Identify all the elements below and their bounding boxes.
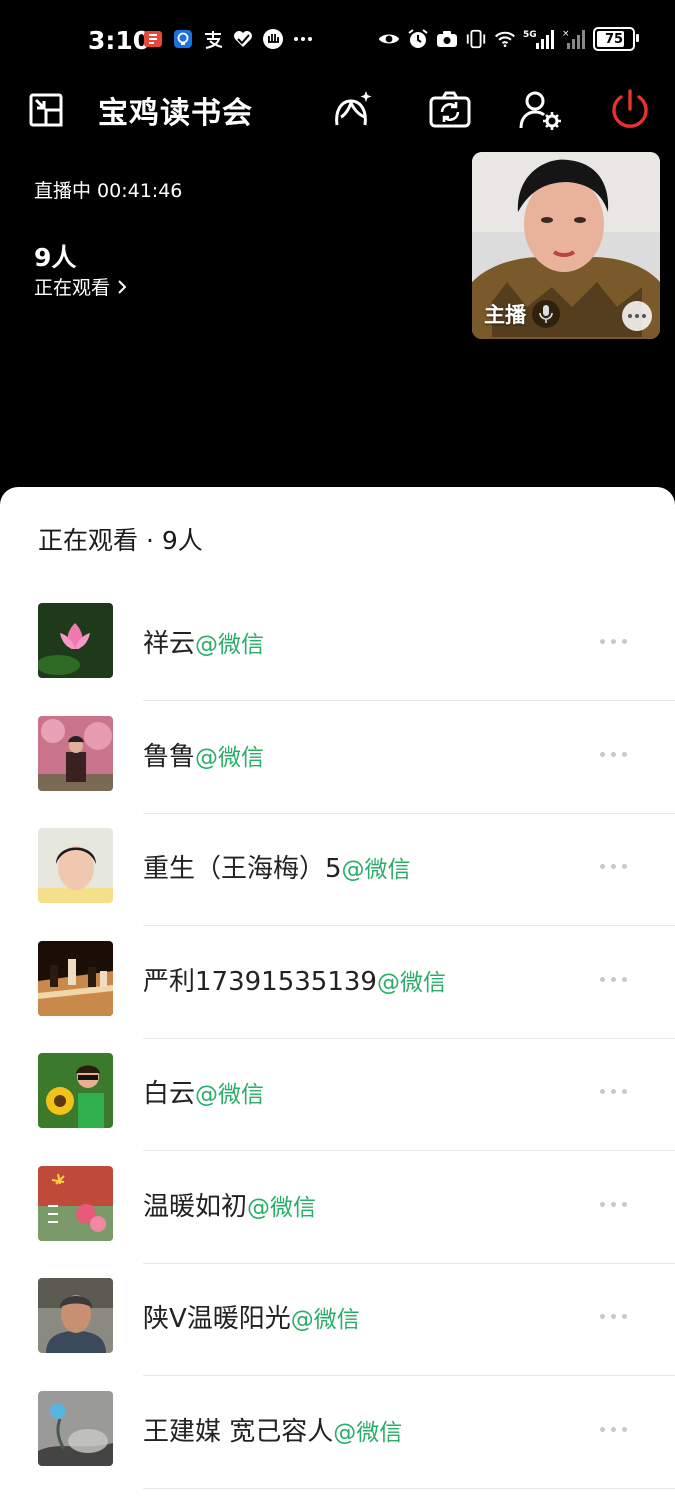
beauty-filter-button[interactable] — [328, 86, 376, 134]
vibrate-icon — [465, 28, 487, 50]
chevron-right-icon — [118, 279, 127, 294]
hand-app-icon — [262, 28, 284, 50]
member-settings-button[interactable] — [516, 86, 564, 134]
heart-app-icon — [232, 28, 254, 50]
status-bar: 3:10 5G × 75 — [0, 0, 675, 80]
notification-icons — [142, 28, 314, 50]
flip-camera-icon — [429, 91, 471, 128]
lightbulb-app-icon — [172, 28, 194, 50]
viewer-more-button[interactable] — [600, 1427, 627, 1432]
svg-text:×: × — [562, 29, 570, 39]
avatar — [38, 1166, 113, 1241]
viewer-more-button[interactable] — [600, 639, 627, 644]
viewer-row[interactable]: 鲁鲁@微信 — [0, 702, 675, 814]
end-live-button[interactable] — [606, 86, 654, 134]
camera-icon — [436, 28, 458, 50]
viewer-name: 陕V温暖阳光@微信 — [143, 1304, 360, 1334]
room-title: 宝鸡读书会 — [98, 96, 253, 131]
viewer-row[interactable]: 王建媒 宽己容人@微信 — [0, 1377, 675, 1489]
battery-indicator: 75 — [593, 27, 639, 51]
viewer-more-button[interactable] — [600, 752, 627, 757]
viewers-link[interactable]: 正在观看 — [34, 273, 128, 300]
avatar — [38, 716, 113, 791]
signal-icon: × — [562, 28, 586, 50]
more-icon — [292, 28, 314, 50]
wifi-icon — [494, 28, 516, 50]
host-label-text: 主播 — [484, 303, 526, 327]
viewer-name: 祥云@微信 — [143, 629, 265, 659]
avatar — [38, 603, 113, 678]
viewer-more-button[interactable] — [600, 864, 627, 869]
viewers-sheet-title: 正在观看 · 9人 — [38, 526, 203, 555]
mic-icon — [532, 300, 560, 328]
power-icon — [612, 89, 648, 128]
avatar — [38, 828, 113, 903]
viewer-row[interactable]: 重生（王海梅）5@微信 — [0, 814, 675, 926]
flip-camera-button[interactable] — [426, 86, 474, 134]
minimize-window-button[interactable] — [22, 86, 70, 134]
viewer-row[interactable]: 祥云@微信 — [0, 589, 675, 701]
viewers-link-label: 正在观看 — [34, 277, 111, 299]
minimize-window-icon — [29, 93, 63, 127]
viewer-more-button[interactable] — [600, 977, 627, 982]
signal-5g-icon: 5G — [523, 28, 555, 50]
beauty-filter-icon — [335, 91, 372, 126]
viewer-row[interactable]: 陕V温暖阳光@微信 — [0, 1264, 675, 1376]
viewer-count: 9人 — [34, 243, 77, 272]
system-icons: 5G × 75 — [378, 27, 639, 51]
host-more-button[interactable] — [622, 301, 652, 331]
status-time: 3:10 — [88, 26, 151, 55]
alarm-icon — [407, 28, 429, 50]
avatar — [38, 941, 113, 1016]
avatar — [38, 1053, 113, 1128]
avatar — [38, 1278, 113, 1353]
user-settings-icon — [519, 91, 561, 130]
viewer-name: 温暖如初@微信 — [143, 1192, 317, 1222]
viewer-name: 白云@微信 — [143, 1079, 265, 1109]
svg-text:5G: 5G — [523, 30, 537, 40]
viewer-name: 鲁鲁@微信 — [143, 742, 265, 772]
host-label: 主播 — [484, 299, 560, 329]
viewer-more-button[interactable] — [600, 1202, 627, 1207]
viewer-name: 王建媒 宽己容人@微信 — [143, 1417, 403, 1447]
viewer-more-button[interactable] — [600, 1089, 627, 1094]
viewer-row[interactable]: 白云@微信 — [0, 1039, 675, 1151]
book-app-icon — [142, 28, 164, 50]
viewer-more-button[interactable] — [600, 1314, 627, 1319]
viewer-name: 严利17391535139@微信 — [143, 967, 446, 997]
viewer-row[interactable]: 温暖如初@微信 — [0, 1152, 675, 1264]
avatar — [38, 1391, 113, 1466]
viewer-row[interactable]: 严利17391535139@微信 — [0, 927, 675, 1039]
eye-icon — [378, 28, 400, 50]
host-video-card[interactable]: 主播 — [472, 152, 660, 339]
viewer-name: 重生（王海梅）5@微信 — [143, 854, 411, 884]
live-status-timer: 直播中 00:41:46 — [34, 180, 183, 202]
alipay-icon — [202, 28, 224, 50]
viewers-sheet: 正在观看 · 9人 祥云@微信 鲁鲁@微信 重生（王海梅）5@微信 严利1739… — [0, 487, 675, 1500]
